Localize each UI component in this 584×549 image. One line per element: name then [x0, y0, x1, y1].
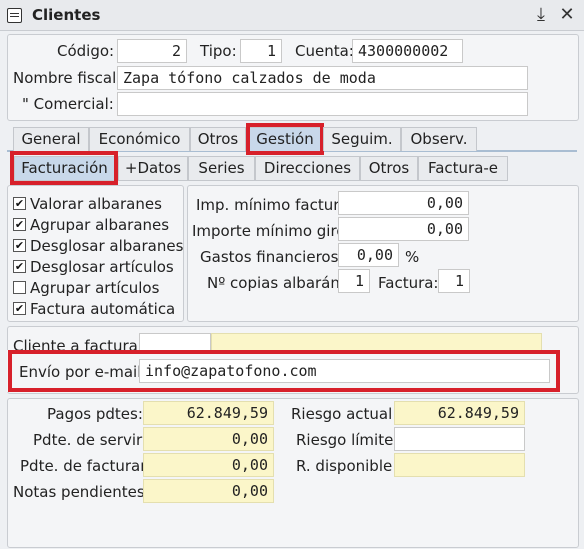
checkbox[interactable]: ✔ — [13, 197, 26, 210]
checkbox[interactable]: ✔ — [13, 239, 26, 252]
option-desglosar-albaranes[interactable]: ✔ Desglosar albaranes — [13, 235, 183, 256]
minimo-giro-field[interactable]: 0,00 — [338, 217, 469, 241]
gastos-financieros-label: Gastos financieros: — [200, 248, 344, 266]
notas-pendientes-field: 0,00 — [143, 479, 274, 503]
codigo-field[interactable]: 2 — [117, 39, 187, 63]
riesgo-disponible-label: R. disponible: — [296, 457, 398, 475]
option-desglosar-articulos[interactable]: ✔ Desglosar artículos — [13, 256, 183, 277]
tab-economico[interactable]: Económico — [89, 127, 190, 151]
option-label: Desglosar artículos — [30, 257, 174, 276]
option-label: Desglosar albaranes — [30, 236, 184, 255]
download-arrow-icon[interactable]: ⤓ — [530, 4, 552, 26]
tab-otros[interactable]: Otros — [190, 127, 246, 151]
pdte-servir-label: Pdte. de servir: — [33, 431, 147, 449]
pdte-servir-field: 0,00 — [143, 427, 274, 451]
codigo-label: Código: — [57, 42, 115, 60]
option-agrupar-albaranes[interactable]: ✔ Agrupar albaranes — [13, 214, 183, 235]
nombre-fiscal-label: Nombre fiscal: — [13, 69, 122, 87]
pagos-pendientes-field: 62.849,59 — [143, 401, 274, 425]
gastos-financieros-field[interactable]: 0,00 — [338, 243, 399, 267]
checkbox[interactable]: ✔ — [13, 302, 26, 315]
tipo-field[interactable]: 1 — [240, 39, 282, 63]
window-menu-icon[interactable] — [7, 8, 22, 23]
subtab-facturacion-highlight — [10, 151, 118, 185]
email-highlight — [8, 350, 560, 392]
cuenta-label: Cuenta: — [295, 42, 354, 60]
option-valorar-albaranes[interactable]: ✔ Valorar albaranes — [13, 193, 183, 214]
options-list: ✔ Valorar albaranes ✔ Agrupar albaranes … — [13, 193, 183, 319]
nombre-fiscal-field[interactable]: Zapa tófono calzados de moda — [117, 66, 528, 90]
minimo-factura-label: Imp. mínimo factura: — [196, 196, 354, 214]
subtab-otros[interactable]: Otros — [360, 156, 418, 181]
close-icon[interactable]: ✕ — [556, 4, 578, 26]
pdte-facturar-field: 0,00 — [143, 453, 274, 477]
checkbox[interactable] — [13, 281, 26, 294]
tipo-label: Tipo: — [200, 42, 237, 60]
copias-factura-label: Factura: — [378, 274, 439, 292]
riesgo-disponible-field — [394, 453, 525, 477]
riesgo-limite-label: Riesgo límite: — [296, 431, 399, 449]
copias-albaran-label: Nº copias albarán: — [207, 274, 345, 292]
pdte-facturar-label: Pdte. de facturar: — [20, 457, 152, 475]
option-label: Agrupar artículos — [30, 278, 160, 297]
checkbox[interactable]: ✔ — [13, 218, 26, 231]
tab-general[interactable]: General — [13, 127, 89, 151]
window-title: Clientes — [32, 6, 101, 24]
riesgo-limite-field[interactable] — [394, 427, 525, 451]
percent-unit: % — [405, 248, 420, 266]
tab-gestion-highlight — [246, 123, 324, 155]
comercial-label: " Comercial: — [22, 95, 114, 113]
tab-seguim[interactable]: Seguim. — [323, 127, 401, 151]
minimo-factura-field[interactable]: 0,00 — [338, 191, 469, 215]
option-agrupar-articulos[interactable]: Agrupar artículos — [13, 277, 183, 298]
option-label: Valorar albaranes — [30, 194, 162, 213]
option-label: Agrupar albaranes — [30, 215, 170, 234]
copias-factura-field[interactable]: 1 — [438, 269, 470, 293]
subtab-factura-e[interactable]: Factura-e — [418, 156, 508, 181]
subtab-mas-datos[interactable]: +Datos — [118, 156, 188, 181]
subtab-series[interactable]: Series — [188, 156, 255, 181]
option-label: Factura automática — [30, 299, 176, 318]
checkbox[interactable]: ✔ — [13, 260, 26, 273]
riesgo-actual-field: 62.849,59 — [394, 401, 525, 425]
comercial-field[interactable] — [117, 92, 528, 116]
option-factura-automatica[interactable]: ✔ Factura automática — [13, 298, 183, 319]
notas-pendientes-label: Notas pendientes: — [13, 483, 150, 501]
subtab-direcciones[interactable]: Direcciones — [255, 156, 360, 181]
minimo-giro-label: Importe mínimo giro: — [192, 222, 351, 240]
copias-albaran-field[interactable]: 1 — [338, 269, 370, 293]
pagos-pendientes-label: Pagos pdtes: — [47, 405, 143, 423]
cuenta-field[interactable]: 4300000002 — [352, 39, 463, 63]
tab-observ[interactable]: Observ. — [401, 127, 477, 151]
riesgo-actual-label: Riesgo actual: — [291, 405, 398, 423]
